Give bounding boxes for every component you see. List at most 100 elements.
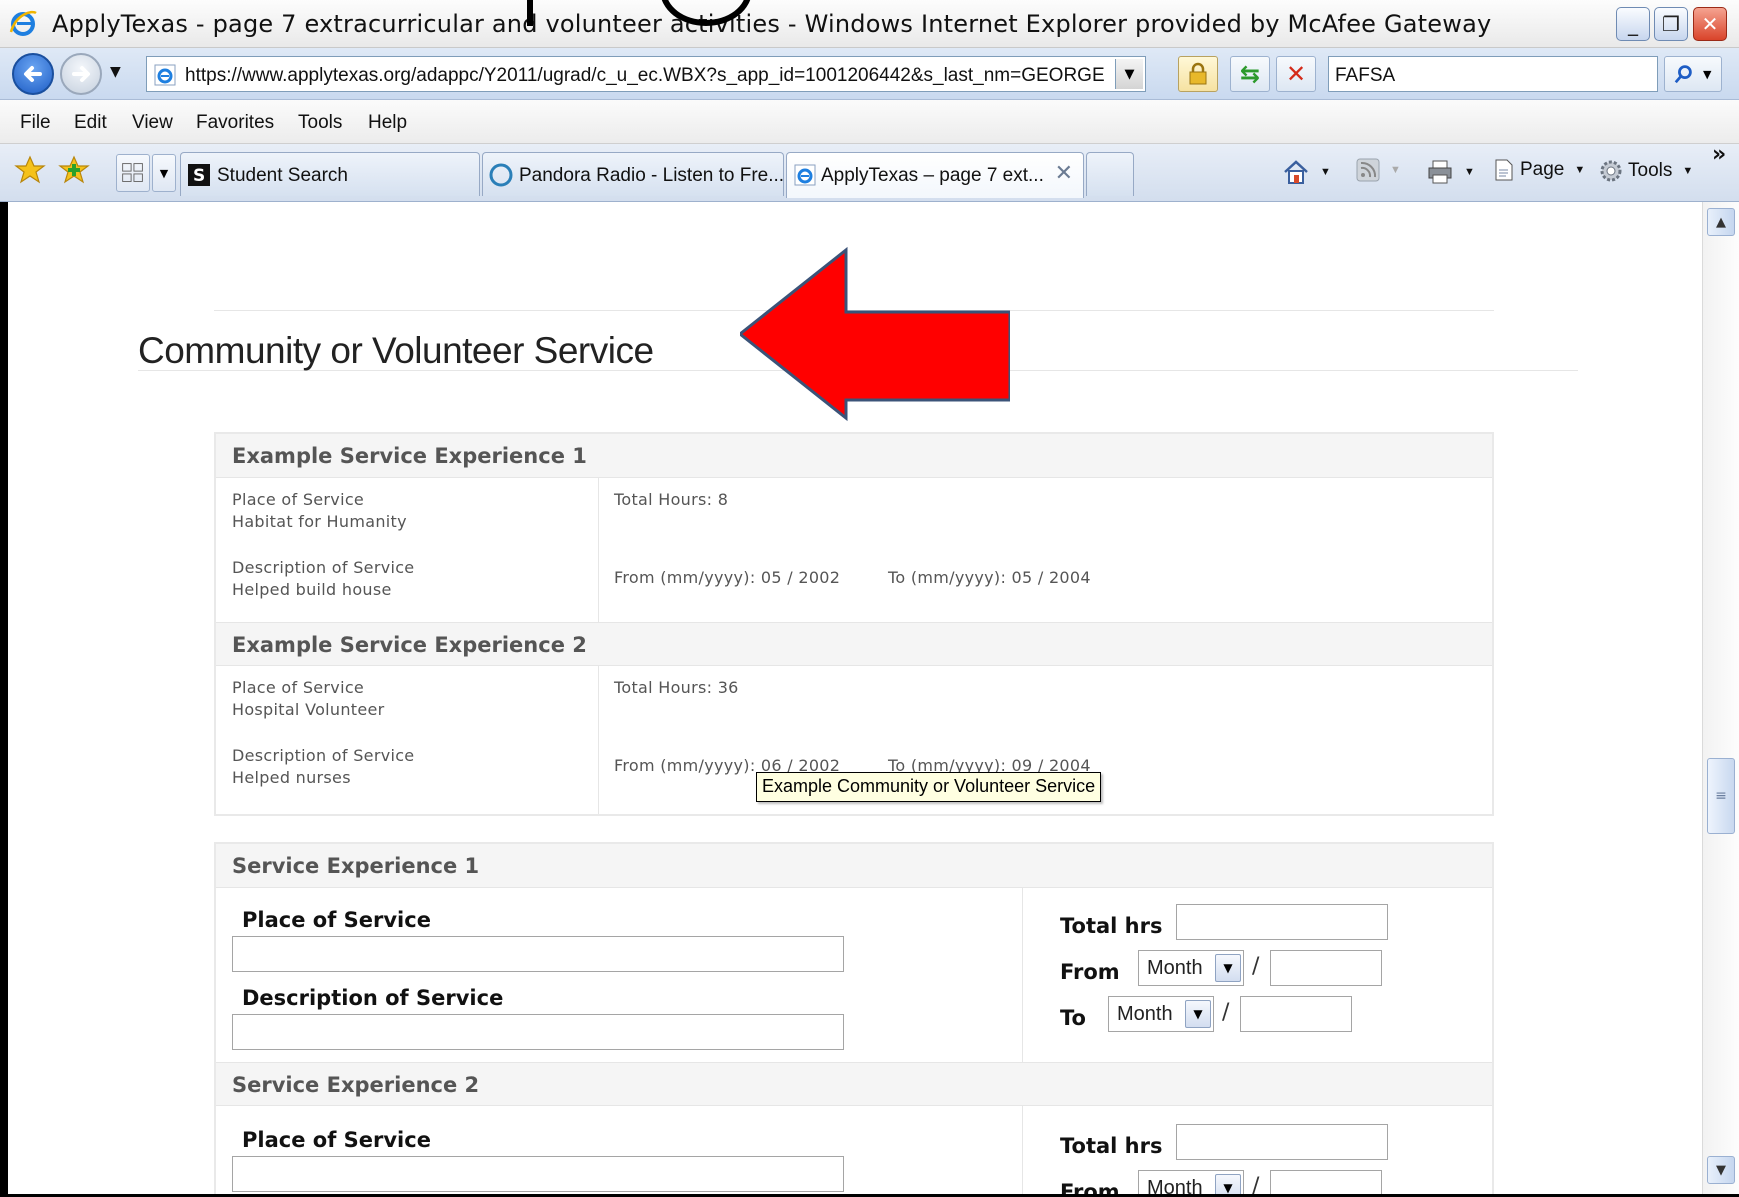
close-window-button[interactable]: ✕ <box>1693 7 1727 41</box>
scroll-up-icon[interactable]: ▲ <box>1707 208 1735 236</box>
forward-button[interactable] <box>60 53 102 95</box>
feeds-button[interactable]: ▼ <box>1356 158 1401 182</box>
scroll-thumb[interactable]: ≡ <box>1707 758 1735 834</box>
menu-favorites[interactable]: Favorites <box>196 112 274 134</box>
address-dropdown-icon[interactable]: ▼ <box>1115 59 1143 89</box>
back-button[interactable] <box>12 53 54 95</box>
service-1-total-input[interactable] <box>1176 904 1388 940</box>
tools-menu-label: Tools <box>1628 160 1673 181</box>
refresh-icon[interactable]: ⇆ <box>1230 56 1270 92</box>
back-arrow-icon <box>24 66 42 82</box>
home-icon <box>1284 160 1308 184</box>
restore-button[interactable]: ❐ <box>1654 7 1688 41</box>
gear-icon <box>1600 160 1622 182</box>
rss-feed-icon <box>1356 158 1380 182</box>
new-tab-button[interactable] <box>1086 152 1134 196</box>
annotation-stroke <box>527 0 533 26</box>
scroll-down-icon[interactable]: ▼ <box>1707 1156 1735 1184</box>
service-1-from-month-select[interactable]: Month ▼ <box>1138 950 1244 986</box>
example-1-title: Example Service Experience 1 <box>232 444 587 468</box>
tab-pandora[interactable]: Pandora Radio - Listen to Fre... <box>482 152 784 196</box>
search-button[interactable]: ▼ <box>1664 56 1722 92</box>
service-2-place-label: Place of Service <box>242 1128 431 1152</box>
service-1-to-year-input[interactable] <box>1240 996 1352 1032</box>
chevron-down-icon[interactable]: ▼ <box>1185 1000 1211 1028</box>
column-divider <box>1022 1106 1023 1194</box>
tools-dropdown-icon: ▼ <box>1682 165 1694 177</box>
service-2-total-input[interactable] <box>1176 1124 1388 1160</box>
tab-list-dropdown-icon[interactable]: ▼ <box>152 154 176 192</box>
service-2-title: Service Experience 2 <box>232 1073 480 1097</box>
service-1-from-label: From <box>1060 960 1120 984</box>
stop-icon[interactable]: ✕ <box>1276 56 1316 92</box>
print-dropdown-icon[interactable]: ▼ <box>1464 166 1475 178</box>
minimize-button[interactable]: _ <box>1616 7 1650 41</box>
service-1-desc-input[interactable] <box>232 1014 844 1050</box>
address-toolbar: ▼ https://www.applytexas.org/adappc/Y201… <box>0 48 1739 100</box>
page-dropdown-icon: ▼ <box>1574 164 1586 176</box>
service-2-from-label: From <box>1060 1180 1120 1194</box>
url-text: https://www.applytexas.org/adappc/Y2011/… <box>185 65 1105 86</box>
home-button[interactable]: ▼ <box>1282 158 1331 186</box>
chevron-down-icon[interactable]: ▼ <box>1215 1174 1241 1194</box>
toolbar-overflow-icon[interactable]: » <box>1712 142 1726 167</box>
magnifier-icon <box>1674 65 1692 84</box>
service-2-from-year-input[interactable] <box>1270 1170 1382 1194</box>
page-content: Community or Volunteer Service Example S… <box>8 202 1702 1194</box>
service-2-place-input[interactable] <box>232 1156 844 1192</box>
menu-help[interactable]: Help <box>368 112 407 134</box>
example-2-title: Example Service Experience 2 <box>232 633 587 657</box>
window-title: ApplyTexas - page 7 extracurricular and … <box>52 10 1492 38</box>
menu-bar: File Edit View Favorites Tools Help <box>0 100 1739 144</box>
security-lock-icon[interactable] <box>1178 56 1218 92</box>
service-1-from-year-input[interactable] <box>1270 950 1382 986</box>
favorites-star-icon[interactable] <box>14 154 46 186</box>
example-1-place-label: Place of Service <box>232 490 365 509</box>
tab-label: ApplyTexas – page 7 ext... <box>821 165 1044 186</box>
quick-tabs-icon <box>122 163 143 182</box>
home-dropdown-icon[interactable]: ▼ <box>1320 166 1331 178</box>
tab-applytexas[interactable]: ApplyTexas – page 7 ext... ✕ <box>786 152 1084 198</box>
example-1-header: Example Service Experience 1 <box>216 434 1492 478</box>
example-2-desc-value: Helped nurses <box>232 768 351 787</box>
example-1-from: From (mm/yyyy): 05 / 2002 <box>614 568 841 587</box>
column-divider <box>1022 888 1023 1062</box>
example-1-desc-label: Description of Service <box>232 558 415 577</box>
vertical-scrollbar[interactable]: ▲ ≡ ▼ <box>1702 202 1739 1194</box>
close-tab-icon[interactable]: ✕ <box>1055 161 1073 186</box>
example-2-place-value: Hospital Volunteer <box>232 700 385 719</box>
service-1-total-label: Total hrs <box>1060 914 1163 938</box>
pandora-icon <box>489 163 513 187</box>
restore-icon: ❐ <box>1662 12 1680 36</box>
service-1-title: Service Experience 1 <box>232 854 480 878</box>
page-menu-button[interactable]: Page ▼ <box>1492 158 1585 182</box>
chevron-down-icon[interactable]: ▼ <box>1215 954 1241 982</box>
recent-pages-dropdown-icon[interactable]: ▼ <box>110 64 121 80</box>
example-1-total-hours: Total Hours: 8 <box>614 490 729 509</box>
menu-view[interactable]: View <box>132 112 173 134</box>
ie-page-icon <box>794 164 816 186</box>
print-button[interactable]: ▼ <box>1426 158 1475 186</box>
search-options-dropdown-icon[interactable]: ▼ <box>1703 68 1711 81</box>
example-service-panel: Example Service Experience 1 Place of Se… <box>214 432 1494 816</box>
s-logo-icon: S <box>188 164 210 186</box>
example-1-place-value: Habitat for Humanity <box>232 512 407 531</box>
menu-tools[interactable]: Tools <box>298 112 342 134</box>
feeds-dropdown-icon[interactable]: ▼ <box>1390 164 1401 176</box>
service-2-from-month-select[interactable]: Month ▼ <box>1138 1170 1244 1194</box>
window-title-bar[interactable]: ApplyTexas - page 7 extracurricular and … <box>0 0 1739 48</box>
menu-edit[interactable]: Edit <box>74 112 107 134</box>
tab-label: Student Search <box>217 165 348 186</box>
tools-menu-button[interactable]: Tools ▼ <box>1598 158 1693 184</box>
address-input[interactable]: https://www.applytexas.org/adappc/Y2011/… <box>146 56 1146 92</box>
service-1-place-input[interactable] <box>232 936 844 972</box>
search-input[interactable]: FAFSA <box>1328 56 1658 92</box>
service-1-to-month-select[interactable]: Month ▼ <box>1108 996 1214 1032</box>
printer-icon <box>1428 160 1452 184</box>
padlock-icon <box>1189 62 1207 85</box>
tab-student-search[interactable]: S Student Search <box>180 152 480 196</box>
menu-file[interactable]: File <box>20 112 51 134</box>
quick-tabs-button[interactable] <box>116 154 150 192</box>
add-favorites-icon[interactable] <box>58 154 90 186</box>
example-2-desc-label: Description of Service <box>232 746 415 765</box>
